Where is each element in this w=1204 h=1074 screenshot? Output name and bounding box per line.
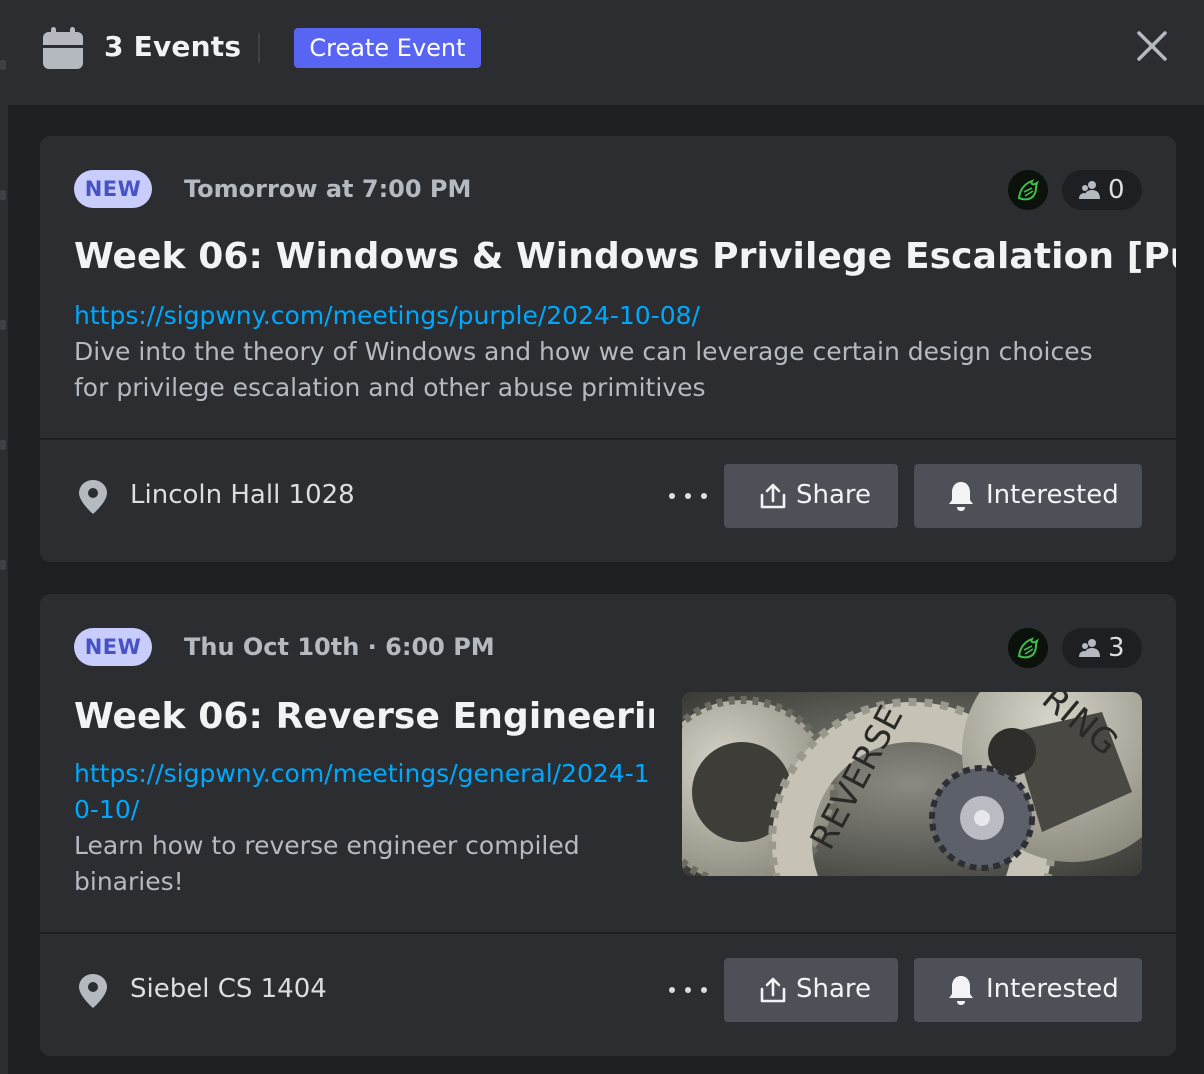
background-app-strip: [0, 0, 8, 1074]
interested-count[interactable]: 0: [1062, 170, 1142, 210]
event-footer: Lincoln Hall 1028 Share Interested: [40, 464, 1176, 528]
event-cover-image[interactable]: REVERSE RING: [682, 692, 1142, 876]
share-icon: [760, 483, 786, 509]
create-event-button[interactable]: Create Event: [294, 28, 481, 68]
modal-header: 3 Events Create Event: [8, 0, 1204, 106]
interested-button[interactable]: Interested: [914, 958, 1142, 1022]
dragon-icon: [1008, 170, 1048, 210]
events-modal: 3 Events Create Event NEW Tomorrow at 7:…: [8, 0, 1204, 1074]
interested-button[interactable]: Interested: [914, 464, 1142, 528]
bell-icon: [949, 976, 973, 1005]
header-title: 3 Events: [104, 30, 242, 63]
share-button[interactable]: Share: [724, 958, 898, 1022]
interested-label: Interested: [986, 480, 1119, 510]
more-dots-icon[interactable]: [668, 492, 708, 500]
event-location: Lincoln Hall 1028: [130, 480, 355, 510]
location-pin-icon: [79, 974, 107, 1008]
share-button[interactable]: Share: [724, 464, 898, 528]
event-description: Learn how to reverse engineer compiled b…: [74, 831, 580, 896]
background-mark: [0, 60, 6, 70]
location-pin-icon: [79, 480, 107, 514]
header-divider: [258, 33, 260, 63]
gears-image: REVERSE RING: [682, 692, 1142, 876]
share-label: Share: [796, 974, 872, 1004]
people-icon: [1079, 639, 1100, 657]
new-badge: NEW: [74, 170, 152, 208]
guild-avatar[interactable]: [1008, 628, 1048, 668]
event-card[interactable]: NEW Tomorrow at 7:00 PM 0 Week 06: Windo…: [40, 136, 1176, 562]
event-card[interactable]: NEW Thu Oct 10th · 6:00 PM 3 Week 06: Re…: [40, 594, 1176, 1056]
background-mark: [0, 560, 6, 570]
card-divider: [40, 932, 1176, 934]
background-mark: [0, 190, 6, 200]
new-badge: NEW: [74, 628, 152, 666]
interested-count-value: 3: [1108, 633, 1125, 663]
close-icon[interactable]: [1134, 28, 1170, 64]
people-icon: [1079, 181, 1100, 199]
bell-icon: [949, 482, 973, 511]
interested-count-value: 0: [1108, 175, 1125, 205]
event-link[interactable]: https://sigpwny.com/meetings/purple/2024…: [74, 298, 700, 334]
share-label: Share: [796, 480, 872, 510]
calendar-icon: [43, 27, 83, 69]
background-mark: [0, 320, 6, 330]
more-dots-icon[interactable]: [668, 986, 708, 994]
event-link[interactable]: https://sigpwny.com/meetings/general/202…: [74, 756, 654, 828]
background-mark: [0, 440, 6, 450]
event-time: Tomorrow at 7:00 PM: [184, 175, 472, 203]
event-footer: Siebel CS 1404 Share Interested: [40, 958, 1176, 1022]
interested-label: Interested: [986, 974, 1119, 1004]
interested-count[interactable]: 3: [1062, 628, 1142, 668]
card-divider: [40, 438, 1176, 440]
event-time: Thu Oct 10th · 6:00 PM: [184, 633, 495, 661]
event-title[interactable]: Week 06: Reverse Engineering II...: [74, 696, 654, 737]
event-location: Siebel CS 1404: [130, 974, 327, 1004]
share-icon: [760, 977, 786, 1003]
dragon-icon: [1008, 628, 1048, 668]
event-title[interactable]: Week 06: Windows & Windows Privilege Esc…: [74, 236, 1176, 277]
guild-avatar[interactable]: [1008, 170, 1048, 210]
event-description: Dive into the theory of Windows and how …: [74, 337, 1093, 402]
